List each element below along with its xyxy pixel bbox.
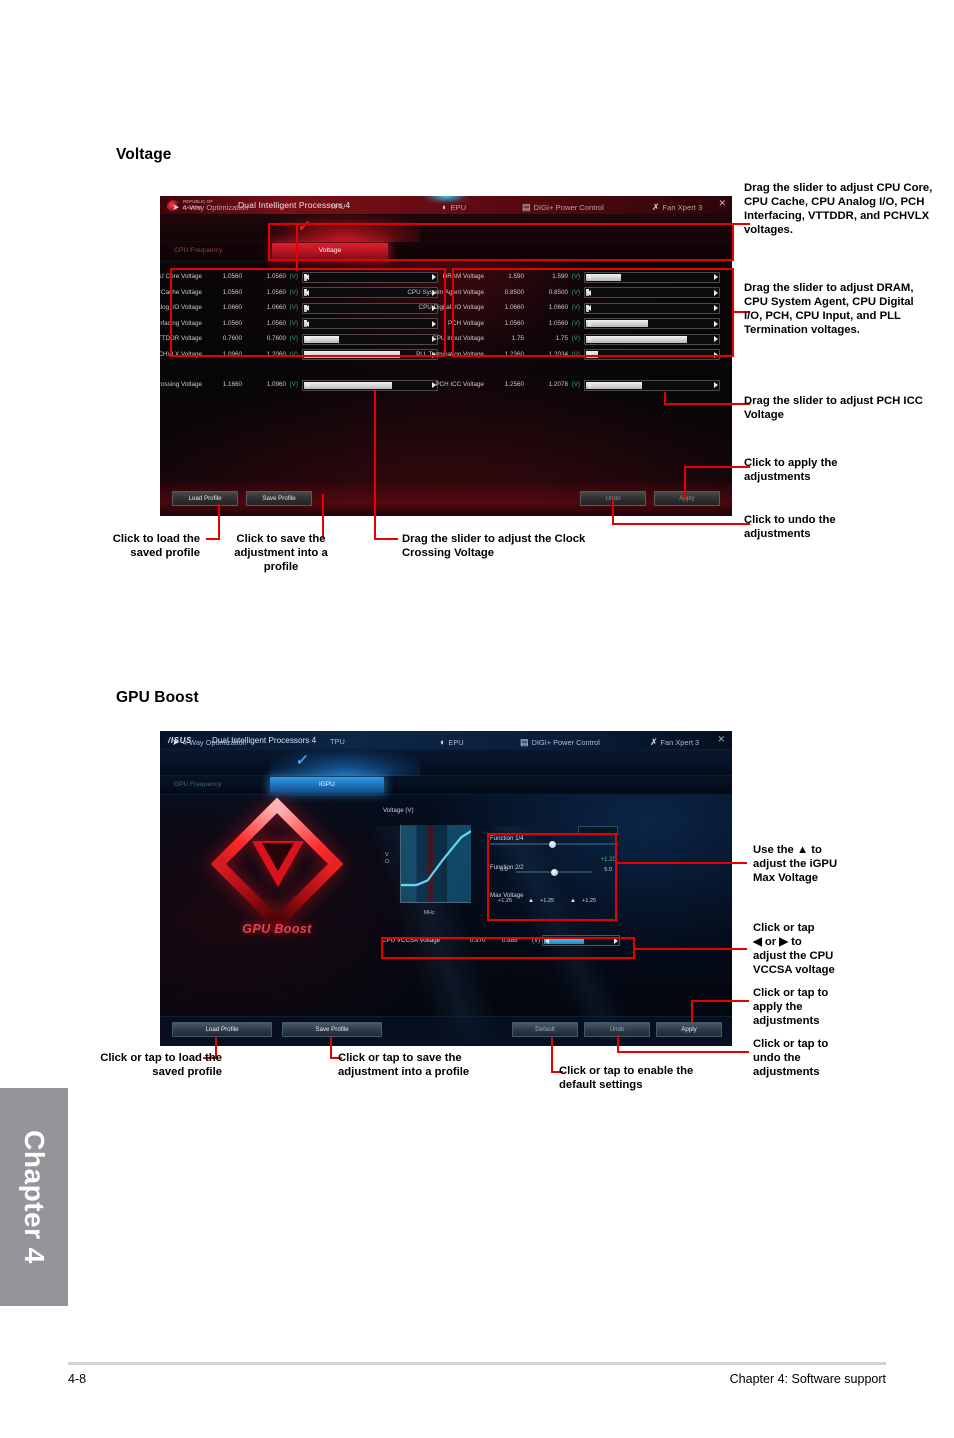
optimization-icon: ➤ (172, 737, 180, 747)
active-nav-glow (270, 750, 420, 776)
annotation-save-profile: Click to save the adjustment into a prof… (234, 533, 328, 574)
nav-item-fan-xpert[interactable]: ✗ Fan Xpert 3 (652, 202, 702, 213)
footer-rule (68, 1362, 886, 1365)
chapter-side-tab-label: Chapter 4 (19, 1130, 50, 1264)
chart-line (401, 830, 471, 887)
nav-item-4way-optimization[interactable]: ➤ 4-Way Optimization (172, 737, 247, 748)
chart-y-axis-label: VO (385, 852, 390, 866)
chapter-side-tab: Chapter 4 (0, 1088, 68, 1306)
apply-button[interactable]: Apply (654, 491, 720, 506)
annotation-undo-gpu: Click or tap to undo the adjustments (753, 1038, 829, 1079)
leader-pch-h (664, 403, 750, 405)
voltage-frequency-chart: Voltage (V) VO MHz (383, 807, 475, 917)
fan-xpert-icon: ✗ (650, 737, 658, 747)
highlight-left-voltage-panel (170, 268, 446, 357)
leader-save2-v (330, 1037, 332, 1057)
nav-item-fan-xpert[interactable]: ✗ Fan Xpert 3 (650, 737, 699, 748)
tab-gpu-frequency[interactable]: GPU Frequency (174, 781, 221, 788)
manual-page: Chapter 4 Voltage GPU Boost REPUBLIC OF … (0, 0, 954, 1438)
clock-crossing-voltage-group: Clock Crossing Voltage 1.1660 1.0960 (V) (160, 378, 438, 394)
highlight-right-voltage-panel (452, 268, 734, 357)
leader-apply-v (684, 466, 686, 500)
annotation-apply: Click to apply the adjustments (744, 457, 838, 484)
annotation-load-profile: Click to load the saved profile (112, 533, 200, 560)
main-nav-bar (160, 750, 732, 776)
load-profile-button[interactable]: Load Profile (172, 1022, 272, 1037)
leader-clock-h (374, 538, 398, 540)
annotation-vccsa: Click or tap ◀ or ▶ to adjust the CPU VC… (753, 922, 835, 977)
pch-icc-slider[interactable] (584, 379, 720, 391)
nav-item-epu[interactable]: ◐ EPU (440, 737, 464, 747)
leader-undo-v (612, 500, 614, 523)
annotation-vccsa-line1: Click or tap (753, 922, 815, 934)
epu-icon: ◐ (442, 202, 448, 212)
chart-plot-area (400, 825, 471, 903)
nav-item-digi-power-control[interactable]: ▤ DIGI+ Power Control (520, 737, 600, 748)
fan-xpert-icon: ✗ (652, 202, 660, 212)
nav-item-epu[interactable]: ◐ EPU (442, 202, 466, 212)
voltage-row[interactable]: Clock Crossing Voltage 1.1660 1.0960 (V) (160, 378, 438, 394)
leader-apply2-h (691, 1000, 749, 1002)
sub-tab-bar (160, 776, 732, 795)
leader-default-v (551, 1037, 553, 1071)
left-triangle-icon: ◀ (753, 936, 762, 949)
gpu-boost-arrow-inner-icon (262, 843, 294, 871)
nav-item-4way-optimization[interactable]: ➤ 4-Way Optimization (172, 202, 249, 213)
leader-load-v (218, 504, 220, 538)
gpu-boost-logo: GPU Boost (210, 797, 344, 940)
save-profile-button[interactable]: Save Profile (282, 1022, 382, 1037)
nav-item-tpu[interactable]: TPU (330, 737, 345, 746)
gpu-boost-logo-text: GPU Boost (242, 922, 312, 936)
default-button[interactable]: Default (512, 1022, 578, 1037)
annotation-voltage-right-panel: Drag the slider to adjust DRAM, CPU Syst… (744, 282, 914, 337)
leader-undo-h (612, 523, 750, 525)
digi-power-icon: ▤ (522, 202, 531, 212)
annotation-voltage-left-panel: Drag the slider to adjust CPU Core, CPU … (744, 182, 933, 237)
footer-chapter-label: Chapter 4: Software support (729, 1372, 886, 1386)
annotation-undo: Click to undo the adjustments (744, 514, 836, 541)
chart-x-axis-label: MHz (423, 910, 435, 916)
leader-apply2-v (691, 1000, 693, 1022)
save-profile-button[interactable]: Save Profile (246, 491, 312, 506)
epu-icon: ◐ (440, 737, 446, 747)
leader-load-h (206, 538, 220, 540)
leader-apply-h (684, 466, 750, 468)
annotation-save-profile-gpu: Click or tap to save the adjustment into… (338, 1052, 470, 1079)
leader-undo2-h (617, 1051, 749, 1053)
clock-crossing-slider[interactable] (302, 379, 438, 391)
gpu-boost-screenshot: /ISUS Dual Intelligent Processors 4 ✕ ✓ … (160, 731, 732, 1046)
tab-igpu[interactable]: iGPU (270, 777, 384, 793)
gpu-boost-section-heading: GPU Boost (116, 689, 199, 706)
optimization-icon: ➤ (172, 202, 180, 212)
voltage-section-heading: Voltage (116, 146, 172, 163)
highlight-nav-tabs (268, 223, 734, 261)
annotation-default-gpu: Click or tap to enable the default setti… (559, 1065, 694, 1092)
nav-item-tpu[interactable]: TPU (330, 202, 345, 211)
highlight-vccsa-row (381, 937, 635, 959)
annotation-load-profile-gpu: Click or tap to load the saved profile (100, 1052, 222, 1079)
annotation-max-voltage: Use the ▲ to adjust the iGPU Max Voltage (753, 844, 838, 885)
close-icon[interactable]: ✕ (718, 199, 726, 208)
voltage-row[interactable]: PCH ICC Voltage 1.2560 1.2078 (V) (435, 378, 720, 394)
highlight-igpu-controls (487, 833, 617, 921)
leader-nav (296, 223, 298, 271)
load-profile-button[interactable]: Load Profile (172, 491, 238, 506)
footer-page-number: 4-8 (68, 1372, 87, 1386)
chart-caption: Voltage (V) (383, 807, 414, 814)
apply-button[interactable]: Apply (656, 1022, 722, 1037)
leader-undo2-v (617, 1035, 619, 1051)
annotation-apply-gpu: Click or tap to apply the adjustments (753, 987, 829, 1028)
digi-power-icon: ▤ (520, 737, 529, 747)
tab-cpu-frequency[interactable]: CPU Frequency (174, 247, 222, 254)
annotation-pch-icc: Drag the slider to adjust PCH ICC Voltag… (744, 395, 923, 422)
pch-icc-voltage-group: PCH ICC Voltage 1.2560 1.2078 (V) (435, 378, 720, 394)
leader-max-voltage (617, 862, 747, 864)
tpu-check-icon: ✓ (294, 752, 310, 769)
nav-item-digi-power-control[interactable]: ▤ DIGI+ Power Control (522, 202, 604, 213)
annotation-clock-crossing: Drag the slider to adjust the Clock Cros… (402, 533, 586, 560)
leader-clock-v (374, 390, 376, 538)
leader-vccsa (635, 948, 747, 950)
right-triangle-icon: ▶ (779, 936, 788, 949)
close-icon[interactable]: ✕ (717, 735, 725, 744)
